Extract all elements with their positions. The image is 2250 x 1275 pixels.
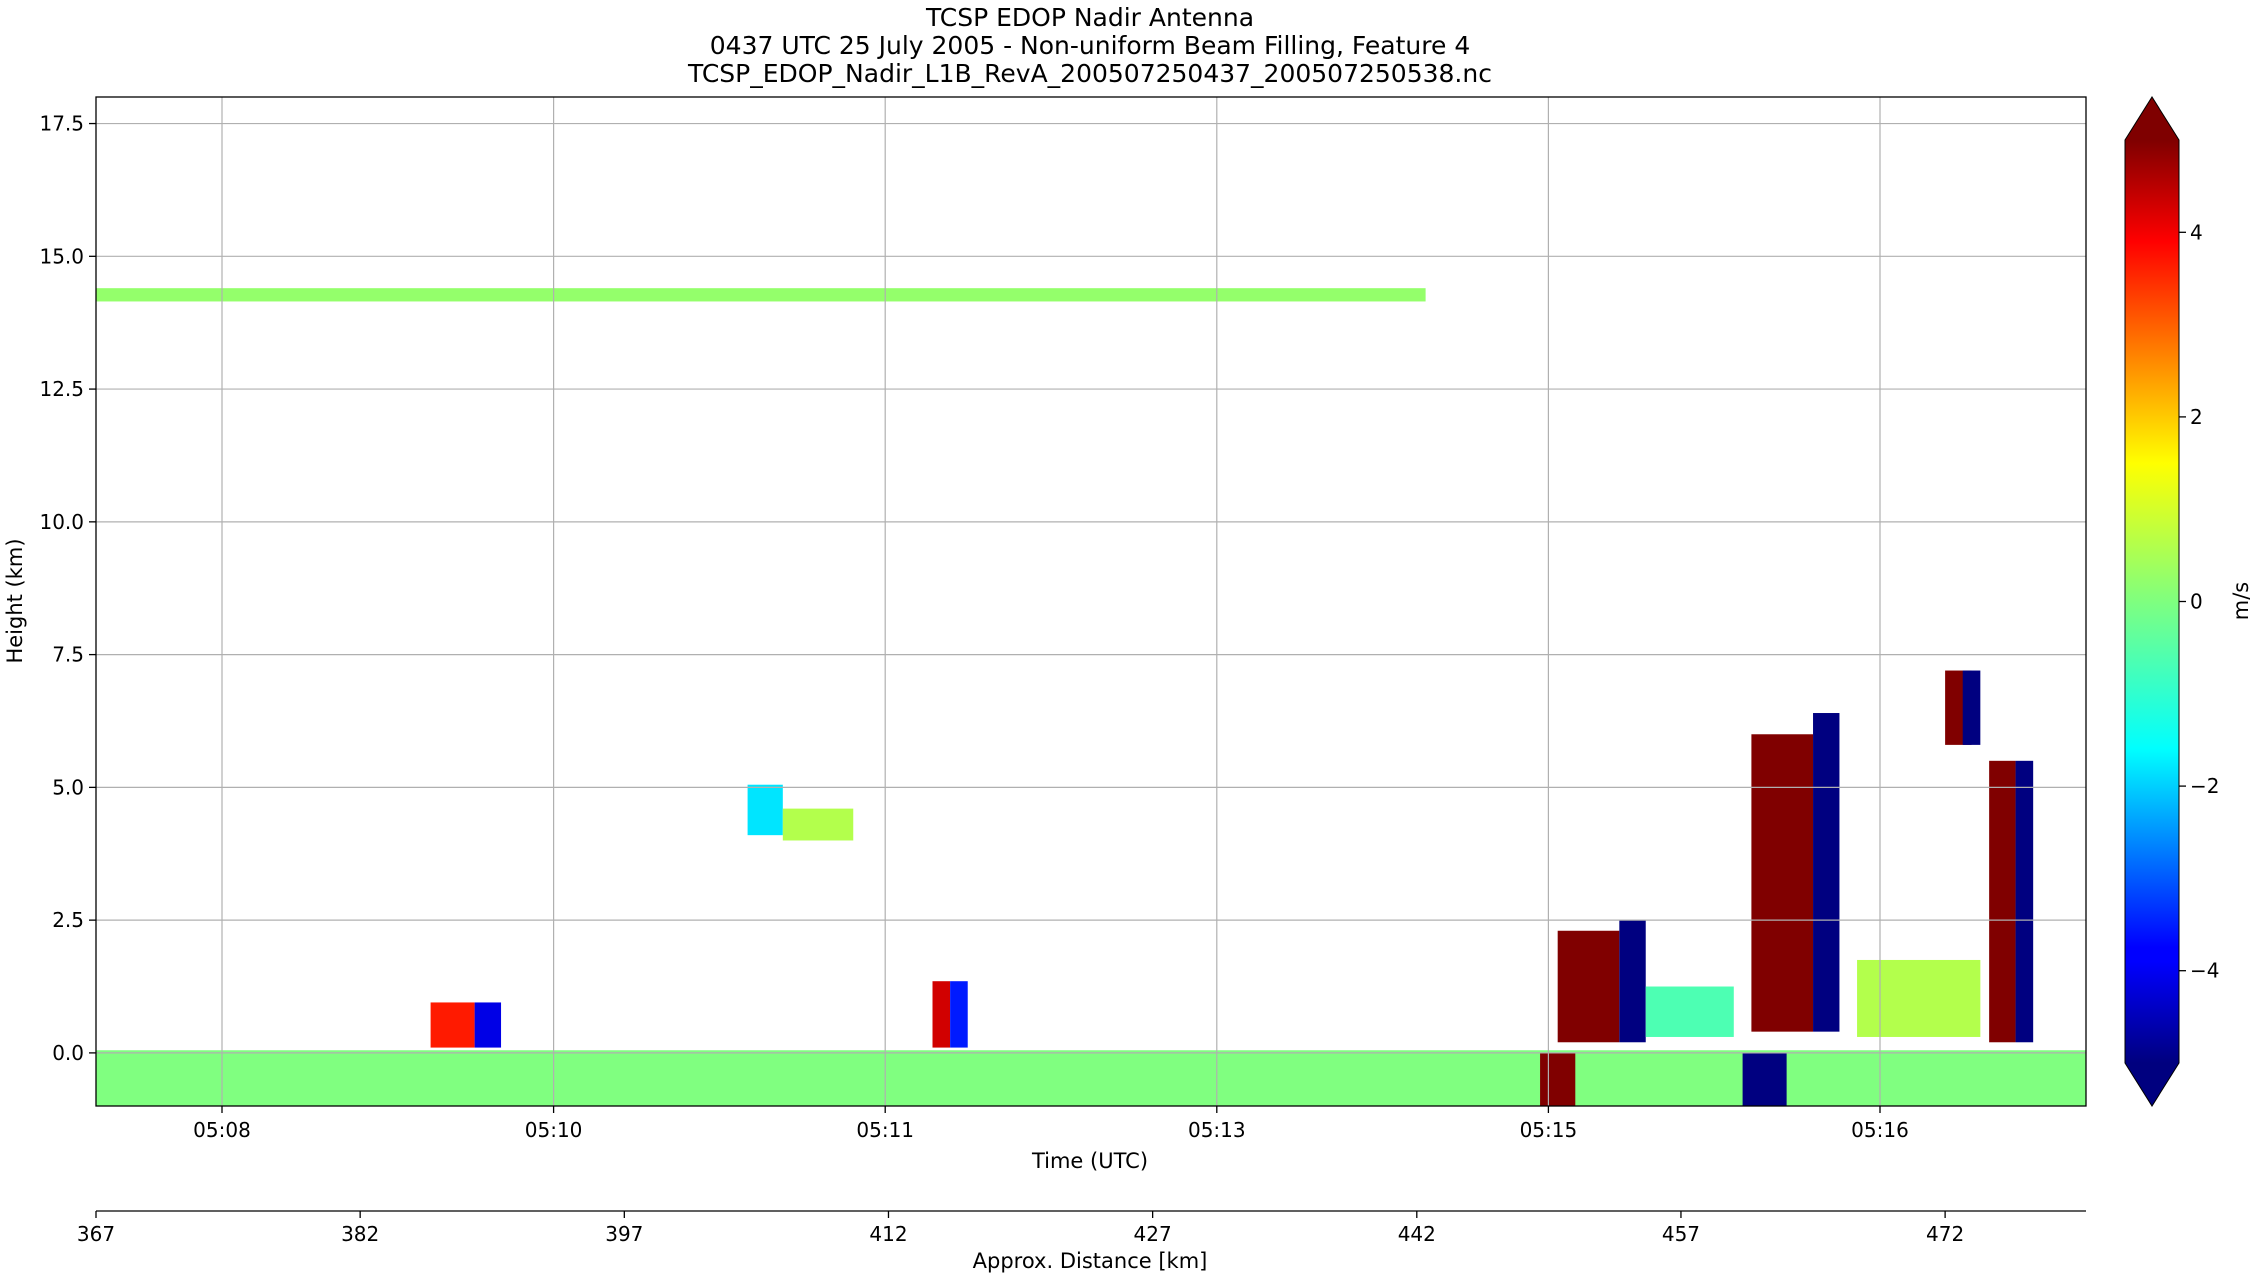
heatmap-cell-4	[747, 784, 783, 836]
x-tick-label: 05:08	[193, 1118, 251, 1142]
heatmap-cell-5	[782, 808, 854, 841]
heatmap-cell-6	[932, 981, 951, 1048]
y-tick-label: 15.0	[39, 244, 84, 268]
heatmap-cell-10	[1645, 986, 1734, 1037]
heatmap-cell-12	[1813, 713, 1840, 1032]
y-axis: 0.0 2.5 5.0 7.5 10.0 12.5 15.0 17.5	[39, 112, 96, 1065]
heatmap-cell-7	[950, 981, 968, 1048]
distance-tick-label: 382	[341, 1222, 379, 1246]
heatmap-cell-15	[1962, 670, 1981, 745]
y-tick-label: 7.5	[52, 643, 84, 667]
heatmap-cell-8	[1557, 930, 1620, 1043]
x-axis-label: Time (UTC)	[1031, 1149, 1148, 1173]
colorbar-tick-label: −4	[2190, 959, 2219, 983]
distance-tick-label: 367	[77, 1222, 115, 1246]
heatmap-cell-9	[1619, 920, 1646, 1043]
colorbar-ticks: 4 2 0 −2 −4	[2179, 220, 2219, 983]
distance-tick-label: 457	[1662, 1222, 1700, 1246]
colorbar-tick-label: 2	[2190, 405, 2203, 429]
heatmap-cell-16	[1989, 760, 2016, 1043]
colorbar-tick-label: −2	[2190, 774, 2219, 798]
x-tick-label: 05:11	[856, 1118, 914, 1142]
y-tick-label: 2.5	[52, 908, 84, 932]
chart-svg: 0.02.55.07.510.012.515.017.5 05:08 05:10 0…	[3, 96, 2250, 1273]
distance-tick-label: 412	[869, 1222, 907, 1246]
heatmap-cell-13	[1857, 959, 1981, 1037]
colorbar-label: m/s	[2229, 582, 2250, 620]
y-axis-label: Height (km)	[3, 538, 27, 663]
x-axis: 05:08 05:10 05:11 05:13 05:15 05:16	[193, 1106, 1909, 1142]
distance-axis-label: Approx. Distance [km]	[973, 1249, 1208, 1273]
heatmap-cell-11	[1751, 734, 1814, 1032]
heatmap-layer-1	[96, 1050, 2086, 1106]
heatmap-layer-0	[96, 288, 1426, 302]
heatmap-cell-17	[2015, 760, 2034, 1043]
x-tick-label: 05:16	[1851, 1118, 1909, 1142]
distance-axis: 367 382 397 412 427 442 457 472	[77, 1210, 2086, 1246]
y-tick-label: 12.5	[39, 377, 84, 401]
heatmap-cell-2	[430, 1002, 475, 1048]
x-tick-label: 05:13	[1188, 1118, 1246, 1142]
distance-tick-label: 397	[605, 1222, 643, 1246]
distance-tick-label: 472	[1926, 1222, 1964, 1246]
colorbar	[2124, 96, 2180, 1107]
distance-tick-label: 427	[1134, 1222, 1172, 1246]
y-tick-label: 17.5	[39, 112, 84, 136]
colorbar-tick-label: 0	[2190, 590, 2203, 614]
x-tick-label: 05:10	[525, 1118, 583, 1142]
y-tick-label: 0.0	[52, 1041, 84, 1065]
y-tick-label: 5.0	[52, 775, 84, 799]
heatmap-cell-19	[1742, 1052, 1787, 1106]
y-tick-label: 10.0	[39, 510, 84, 534]
colorbar-tick-label: 4	[2190, 220, 2203, 244]
x-tick-label: 05:15	[1520, 1118, 1578, 1142]
heatmap-cell-3	[474, 1002, 502, 1048]
distance-tick-label: 442	[1398, 1222, 1436, 1246]
heatmap-cell-18	[1540, 1052, 1576, 1106]
